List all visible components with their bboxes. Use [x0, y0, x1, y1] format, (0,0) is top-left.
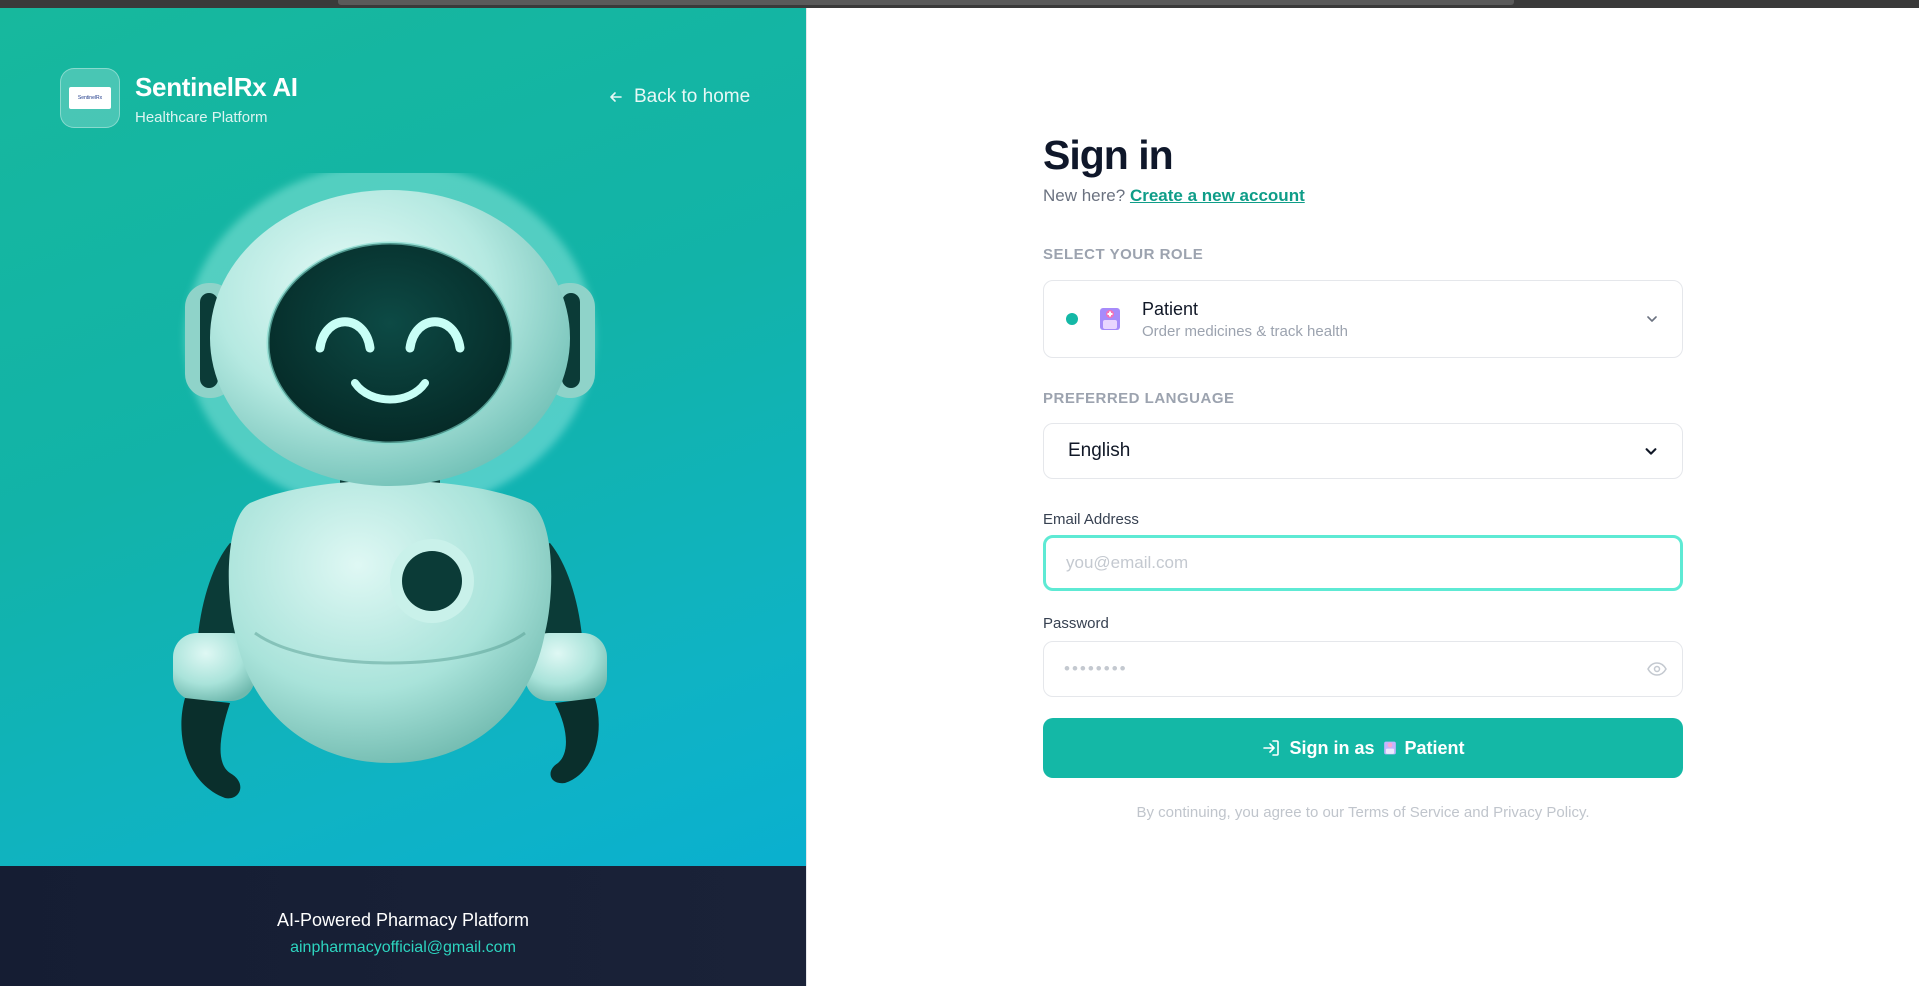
- robot-illustration: [173, 173, 607, 799]
- role-status-dot: [1066, 313, 1078, 325]
- sign-in-prefix: Sign in as: [1289, 737, 1375, 758]
- terms-text: By continuing, you agree to our Terms of…: [1136, 804, 1590, 821]
- browser-top-bar: [0, 0, 1919, 8]
- chevron-down-icon: [1647, 316, 1657, 322]
- role-name: Patient: [1142, 299, 1199, 319]
- browser-tab-strip: [338, 0, 1514, 5]
- patient-icon: [1383, 741, 1396, 755]
- panel-divider: [806, 8, 807, 986]
- sign-in-button[interactable]: Sign in as Patient: [1043, 718, 1683, 778]
- create-account-link[interactable]: Create a new account: [1130, 186, 1305, 205]
- password-input[interactable]: [1043, 641, 1683, 697]
- password-label: Password: [1043, 615, 1109, 632]
- email-label: Email Address: [1043, 511, 1139, 528]
- left-panel: SentinelRx SentinelRx AI Healthcare Plat…: [0, 8, 806, 986]
- page-title: Sign in: [1043, 132, 1174, 178]
- sign-in-role: Patient: [1404, 737, 1465, 758]
- language-select[interactable]: English: [1043, 423, 1683, 479]
- brand-logo-text: SentinelRx: [77, 95, 103, 101]
- brand-tagline: Healthcare Platform: [135, 109, 268, 126]
- brand-logo: SentinelRx: [69, 87, 111, 109]
- footer-title: AI-Powered Pharmacy Platform: [276, 910, 530, 930]
- patient-icon: [1100, 308, 1120, 330]
- email-input[interactable]: [1043, 535, 1683, 591]
- role-label: SELECT YOUR ROLE: [1043, 246, 1204, 263]
- back-to-home-link[interactable]: Back to home: [608, 86, 750, 108]
- eye-icon[interactable]: [1647, 661, 1667, 677]
- chevron-down-icon: [1645, 448, 1657, 455]
- new-here-label: New here?: [1043, 186, 1126, 205]
- brand-logo-tile: SentinelRx: [60, 68, 120, 128]
- left-footer: AI-Powered Pharmacy Platform ainpharmacy…: [0, 866, 806, 986]
- back-to-home-label: Back to home: [634, 86, 751, 107]
- footer-email-link[interactable]: ainpharmacyofficial@gmail.com: [0, 939, 806, 957]
- hero-panel: SentinelRx SentinelRx AI Healthcare Plat…: [0, 8, 806, 866]
- role-description: Order medicines & track health: [1142, 323, 1348, 340]
- language-label: PREFERRED LANGUAGE: [1043, 390, 1235, 407]
- language-selected-value: English: [1068, 440, 1131, 461]
- arrow-left-icon: [610, 92, 622, 102]
- sign-in-icon: [1263, 740, 1280, 756]
- brand-name: SentinelRx AI: [135, 72, 298, 102]
- role-select[interactable]: Patient Order medicines & track health: [1043, 280, 1683, 358]
- new-here-text: New here? Create a new account: [1043, 186, 1305, 206]
